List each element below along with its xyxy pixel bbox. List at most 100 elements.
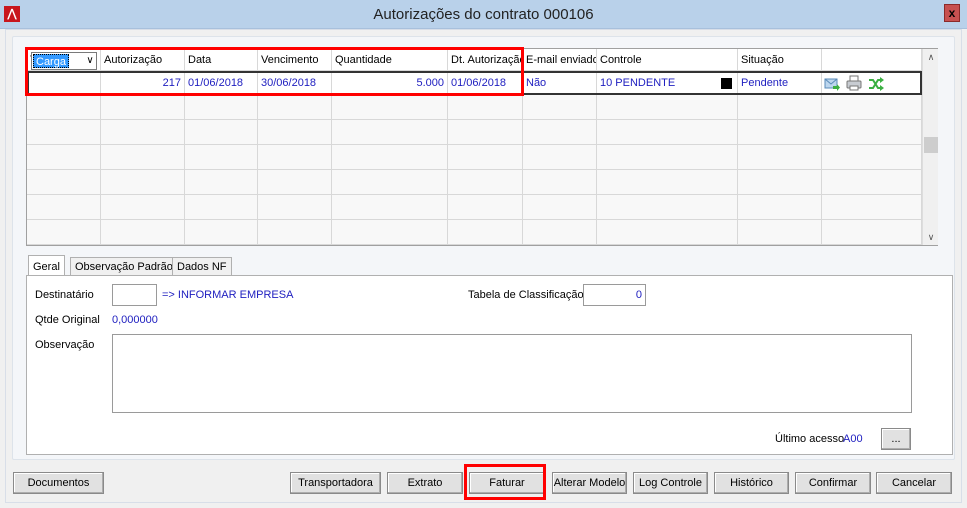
empty-cell[interactable] (597, 170, 738, 195)
empty-cell[interactable] (523, 220, 597, 245)
empty-cell[interactable] (332, 145, 448, 170)
empty-cell[interactable] (101, 120, 185, 145)
column-header[interactable]: Controle (597, 49, 738, 71)
empty-cell[interactable] (448, 195, 523, 220)
email-send-icon[interactable] (824, 76, 840, 92)
ultimo-acesso-value: A00 (843, 433, 863, 445)
empty-cell[interactable] (597, 120, 738, 145)
destinatario-input[interactable] (112, 284, 157, 306)
empty-cell[interactable] (332, 220, 448, 245)
empty-cell[interactable] (523, 95, 597, 120)
controle-color-swatch[interactable] (721, 78, 732, 89)
empty-cell[interactable] (258, 95, 332, 120)
empty-cell[interactable] (101, 220, 185, 245)
highlight-box-faturar (464, 464, 546, 500)
empty-cell[interactable] (448, 145, 523, 170)
empty-cell[interactable] (258, 120, 332, 145)
empty-cell[interactable] (523, 170, 597, 195)
empty-cell[interactable] (258, 170, 332, 195)
more-button[interactable]: ... (881, 428, 911, 450)
empty-cell[interactable] (738, 95, 822, 120)
empty-cell[interactable] (101, 145, 185, 170)
shuffle-icon[interactable] (868, 76, 884, 92)
empty-cell[interactable] (332, 95, 448, 120)
empty-cell[interactable] (27, 195, 101, 220)
scroll-down-icon[interactable]: ∨ (923, 229, 939, 245)
close-button[interactable]: x (944, 4, 960, 22)
empty-cell[interactable] (332, 195, 448, 220)
log-controle-button[interactable]: Log Controle (633, 472, 708, 494)
tab-panel-geral: Destinatário => INFORMAR EMPRESA Tabela … (26, 275, 953, 455)
empty-cell[interactable] (597, 220, 738, 245)
observacao-label: Observação (35, 339, 95, 351)
empty-cell[interactable] (185, 120, 258, 145)
empty-cell[interactable] (258, 145, 332, 170)
observacao-textarea[interactable] (112, 334, 912, 413)
empty-cell[interactable] (258, 220, 332, 245)
column-header[interactable]: E-mail enviado (523, 49, 597, 71)
empty-cell[interactable] (523, 145, 597, 170)
empty-cell[interactable] (185, 170, 258, 195)
empty-cell[interactable] (822, 145, 922, 170)
print-icon[interactable] (846, 75, 862, 91)
empty-cell[interactable] (523, 120, 597, 145)
scroll-up-icon[interactable]: ∧ (923, 49, 939, 65)
confirmar-button[interactable]: Confirmar (795, 472, 871, 494)
ultimo-acesso-label: Último acesso (775, 433, 845, 445)
column-header[interactable] (822, 49, 922, 71)
empty-cell[interactable] (597, 95, 738, 120)
transportadora-button[interactable]: Transportadora (290, 472, 381, 494)
empty-cell[interactable] (448, 220, 523, 245)
tabela-input[interactable]: 0 (583, 284, 646, 306)
tabela-label: Tabela de Classificação (468, 289, 584, 301)
window-title: Autorizações do contrato 000106 (373, 6, 594, 23)
empty-cell[interactable] (822, 120, 922, 145)
qtde-label: Qtde Original (35, 314, 100, 326)
qtde-value: 0,000000 (112, 314, 158, 326)
destinatario-hint: => INFORMAR EMPRESA (162, 289, 294, 301)
empty-cell[interactable] (27, 145, 101, 170)
empty-cell[interactable] (523, 195, 597, 220)
alterar-modelo-button[interactable]: Alterar Modelo (552, 472, 627, 494)
empty-cell[interactable] (738, 220, 822, 245)
empty-cell[interactable] (185, 145, 258, 170)
empty-cell[interactable] (101, 195, 185, 220)
empty-cell[interactable] (448, 120, 523, 145)
empty-cell[interactable] (101, 95, 185, 120)
empty-cell[interactable] (27, 95, 101, 120)
empty-cell[interactable] (822, 95, 922, 120)
empty-cell[interactable] (738, 170, 822, 195)
tab-dados-nf[interactable]: Dados NF (172, 257, 232, 276)
empty-cell[interactable] (185, 95, 258, 120)
tab-observacao-padrao[interactable]: Observação Padrão (70, 257, 178, 276)
empty-cell[interactable] (448, 170, 523, 195)
empty-cell[interactable] (332, 120, 448, 145)
cancelar-button[interactable]: Cancelar (876, 472, 952, 494)
empty-cell[interactable] (27, 170, 101, 195)
empty-cell[interactable] (185, 220, 258, 245)
tab-geral[interactable]: Geral (28, 255, 65, 276)
vertical-scrollbar[interactable]: ∧ ∨ (922, 49, 938, 245)
destinatario-label: Destinatário (35, 289, 94, 301)
empty-cell[interactable] (822, 220, 922, 245)
empty-cell[interactable] (185, 195, 258, 220)
column-header[interactable]: Situação (738, 49, 822, 71)
empty-cell[interactable] (822, 170, 922, 195)
empty-cell[interactable] (27, 120, 101, 145)
empty-cell[interactable] (332, 170, 448, 195)
empty-cell[interactable] (101, 170, 185, 195)
extrato-button[interactable]: Extrato (387, 472, 463, 494)
highlight-box-grid (25, 47, 524, 96)
empty-cell[interactable] (597, 195, 738, 220)
empty-cell[interactable] (738, 195, 822, 220)
empty-cell[interactable] (822, 195, 922, 220)
empty-cell[interactable] (738, 145, 822, 170)
scroll-thumb[interactable] (924, 137, 938, 153)
documentos-button[interactable]: Documentos (13, 472, 104, 494)
empty-cell[interactable] (597, 145, 738, 170)
empty-cell[interactable] (258, 195, 332, 220)
historico-button[interactable]: Histórico (714, 472, 789, 494)
empty-cell[interactable] (448, 95, 523, 120)
empty-cell[interactable] (27, 220, 101, 245)
empty-cell[interactable] (738, 120, 822, 145)
